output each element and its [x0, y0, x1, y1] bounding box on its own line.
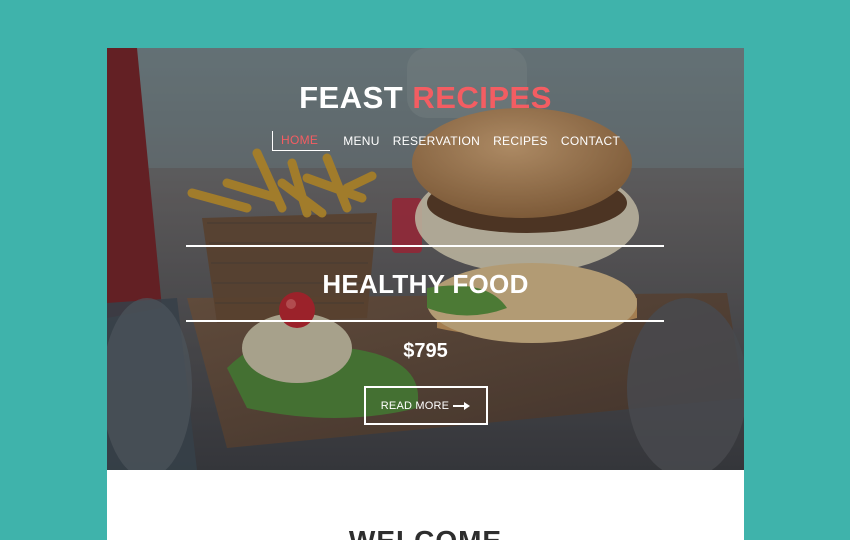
hero-price: $795	[403, 340, 448, 362]
main-nav: HOME MENU RESERVATION RECIPES CONTACT	[272, 131, 633, 151]
hero-headline: HEALTHY FOOD	[322, 269, 529, 299]
headline-bottom-divider	[186, 320, 664, 322]
welcome-heading: WELCOME	[107, 525, 744, 540]
site-logo[interactable]: FEAST RECIPES	[107, 80, 744, 116]
arrow-right-icon	[453, 401, 471, 411]
logo-word-feast: FEAST	[299, 80, 404, 115]
headline-top-divider	[186, 245, 664, 247]
logo-word-recipes: RECIPES	[412, 80, 552, 115]
nav-item-reservation[interactable]: RESERVATION	[393, 134, 480, 148]
nav-item-menu[interactable]: MENU	[343, 134, 380, 148]
nav-item-contact[interactable]: CONTACT	[561, 134, 620, 148]
hero-banner: FEAST RECIPES HOME MENU RESERVATION RECI…	[107, 48, 744, 470]
read-more-label: READ MORE	[380, 399, 450, 412]
nav-item-home[interactable]: HOME	[272, 131, 331, 151]
nav-item-recipes[interactable]: RECIPES	[493, 134, 548, 148]
read-more-button[interactable]: READ MORE	[364, 386, 488, 425]
site-page: FEAST RECIPES HOME MENU RESERVATION RECI…	[107, 48, 744, 540]
